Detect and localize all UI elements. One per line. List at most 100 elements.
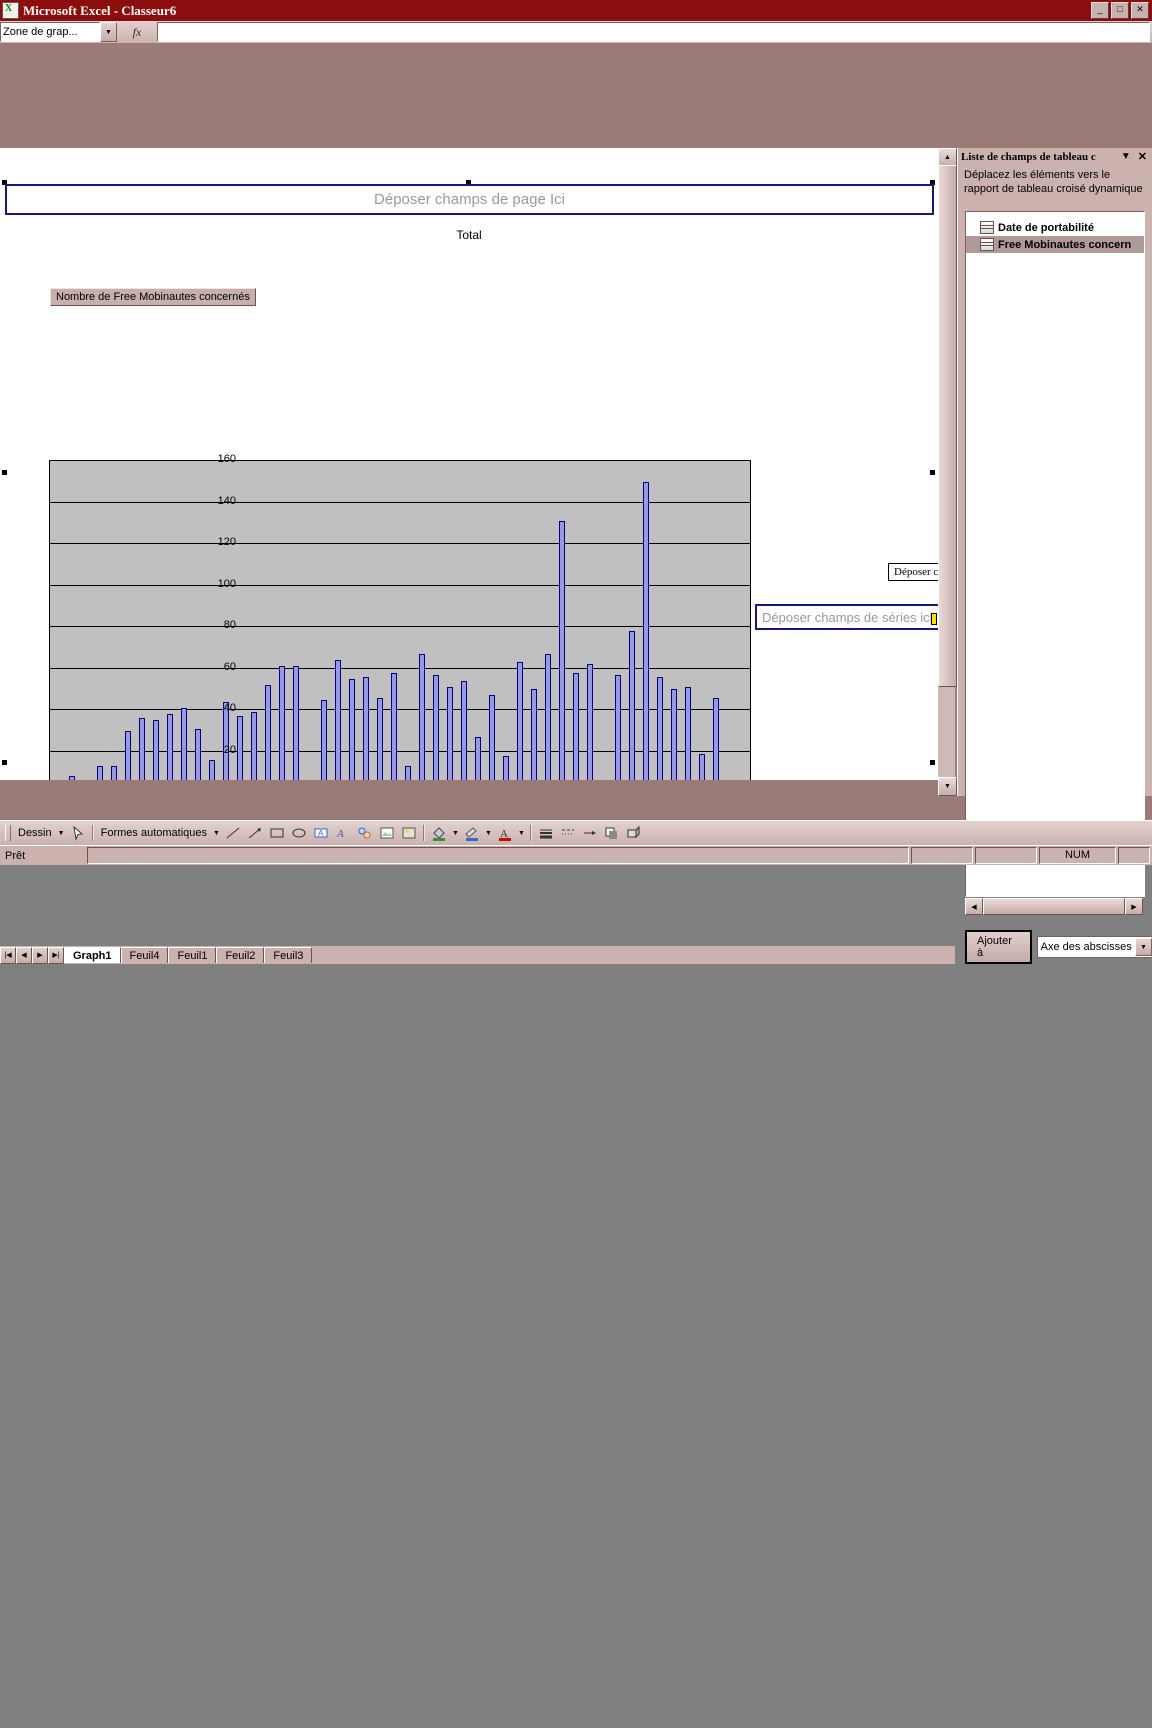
- chart-bar[interactable]: [152, 720, 159, 780]
- chart-bar[interactable]: [670, 689, 677, 780]
- chart-bar[interactable]: [530, 689, 537, 780]
- chart-bar[interactable]: [474, 736, 481, 780]
- prev-sheet-button[interactable]: ◀: [16, 946, 32, 964]
- diagram-icon[interactable]: [354, 823, 376, 843]
- chart-bar[interactable]: [124, 730, 131, 780]
- sheet-tab-feuil2[interactable]: Feuil2: [216, 947, 265, 963]
- chart-bar[interactable]: [586, 664, 593, 780]
- arrow-icon[interactable]: [244, 823, 266, 843]
- chart-bar[interactable]: [460, 680, 467, 780]
- draw-menu[interactable]: Dessin: [14, 827, 56, 839]
- close-icon[interactable]: ✕: [1135, 150, 1150, 163]
- chart-bar[interactable]: [684, 687, 691, 780]
- chart-bar[interactable]: [516, 662, 523, 780]
- rectangle-icon[interactable]: [266, 823, 288, 843]
- chevron-down-icon[interactable]: ▼: [1117, 151, 1135, 162]
- chart-bar[interactable]: [208, 759, 215, 780]
- shadow-style-icon[interactable]: [601, 823, 623, 843]
- chart-bar[interactable]: [362, 676, 369, 780]
- drawing-toolbar-grip[interactable]: [5, 825, 11, 841]
- chart-bar[interactable]: [642, 481, 649, 780]
- chevron-down-icon[interactable]: ▼: [1135, 938, 1152, 956]
- sheet-tab-feuil4[interactable]: Feuil4: [120, 947, 169, 963]
- sheet-tab-feuil1[interactable]: Feuil1: [168, 947, 217, 963]
- chart-bar[interactable]: [614, 674, 621, 780]
- chart-bar[interactable]: [446, 687, 453, 780]
- first-sheet-button[interactable]: |◀: [0, 946, 16, 964]
- line-style-icon[interactable]: [535, 823, 557, 843]
- wordart-icon[interactable]: A: [332, 823, 354, 843]
- draw-menu-dropdown-icon[interactable]: ▼: [56, 823, 67, 843]
- line-icon[interactable]: [222, 823, 244, 843]
- line-color-icon[interactable]: [461, 823, 483, 843]
- chart-bar[interactable]: [96, 766, 103, 780]
- chart-bar[interactable]: [250, 712, 257, 780]
- fill-color-dropdown-icon[interactable]: ▼: [450, 823, 461, 843]
- chart-bar[interactable]: [628, 631, 635, 780]
- field-list-horizontal-scrollbar[interactable]: ◀ ▶: [965, 898, 1143, 915]
- chart-bar[interactable]: [348, 678, 355, 780]
- chart-bar[interactable]: [698, 753, 705, 780]
- chart-bar[interactable]: [110, 766, 117, 780]
- formula-input[interactable]: [157, 22, 1150, 42]
- add-to-target-select[interactable]: Axe des abscisses ▼: [1036, 936, 1152, 958]
- chart-bar[interactable]: [278, 666, 285, 780]
- scroll-down-button[interactable]: ▼: [938, 777, 957, 796]
- scroll-left-button[interactable]: ◀: [965, 898, 983, 915]
- vertical-scroll-thumb[interactable]: [938, 165, 957, 687]
- chart-bar[interactable]: [572, 672, 579, 780]
- horizontal-scroll-thumb[interactable]: [983, 898, 1125, 915]
- chart-bar[interactable]: [502, 755, 509, 780]
- field-list-box[interactable]: Date de portabilité Free Mobinautes conc…: [965, 211, 1145, 897]
- series-field-button[interactable]: Nombre de Free Mobinautes concernés: [50, 288, 256, 306]
- chart-bar[interactable]: [236, 716, 243, 780]
- fill-color-icon[interactable]: [428, 823, 450, 843]
- font-color-dropdown-icon[interactable]: ▼: [516, 823, 527, 843]
- next-sheet-button[interactable]: ▶: [32, 946, 48, 964]
- chart-bar[interactable]: [68, 776, 75, 780]
- last-sheet-button[interactable]: ▶|: [48, 946, 64, 964]
- chart-bar[interactable]: [138, 718, 145, 780]
- arrow-style-icon[interactable]: [579, 823, 601, 843]
- name-box[interactable]: Zone de grap...: [0, 22, 100, 42]
- chart-bar[interactable]: [544, 653, 551, 780]
- plot-area[interactable]: [49, 460, 751, 780]
- chart-bar[interactable]: [292, 666, 299, 780]
- chart-bar[interactable]: [376, 697, 383, 780]
- 3d-style-icon[interactable]: [623, 823, 645, 843]
- document-vertical-scrollbar[interactable]: ▲ ▼: [938, 148, 957, 796]
- maximize-button[interactable]: □: [1111, 2, 1129, 19]
- chart-bar[interactable]: [432, 674, 439, 780]
- sheet-tab-feuil3[interactable]: Feuil3: [264, 947, 313, 963]
- chart-bar[interactable]: [488, 695, 495, 780]
- chart-bar[interactable]: [264, 685, 271, 780]
- add-to-button[interactable]: Ajouter à: [965, 930, 1032, 964]
- sheet-tab-graph1[interactable]: Graph1: [64, 947, 121, 963]
- field-item-free-mobinautes[interactable]: Free Mobinautes concern: [966, 236, 1144, 253]
- page-field-drop-zone[interactable]: Déposer champs de page Ici: [5, 184, 934, 215]
- vertical-scroll-track[interactable]: [938, 165, 957, 779]
- insert-function-icon[interactable]: fx: [117, 25, 157, 40]
- select-objects-icon[interactable]: [67, 823, 89, 843]
- name-box-dropdown-icon[interactable]: ▼: [100, 22, 117, 42]
- chart-bar[interactable]: [418, 653, 425, 780]
- text-box-icon[interactable]: A: [310, 823, 332, 843]
- scroll-right-button[interactable]: ▶: [1125, 898, 1143, 915]
- chart-bar[interactable]: [320, 699, 327, 780]
- chart-bar[interactable]: [390, 672, 397, 780]
- chart-bar[interactable]: [656, 676, 663, 780]
- chart-title[interactable]: Total: [0, 228, 938, 242]
- chart-bar[interactable]: [334, 660, 341, 780]
- close-button[interactable]: ✕: [1131, 2, 1149, 19]
- oval-icon[interactable]: [288, 823, 310, 843]
- line-color-dropdown-icon[interactable]: ▼: [483, 823, 494, 843]
- chart-bar[interactable]: [712, 697, 719, 780]
- autoshapes-menu[interactable]: Formes automatiques: [97, 827, 211, 839]
- chart-bar[interactable]: [166, 714, 173, 780]
- dash-style-icon[interactable]: [557, 823, 579, 843]
- font-color-icon[interactable]: A: [494, 823, 516, 843]
- clip-art-icon[interactable]: [376, 823, 398, 843]
- chart-area[interactable]: Déposer champs de page Ici Total Nombre …: [0, 148, 938, 780]
- autoshapes-dropdown-icon[interactable]: ▼: [211, 823, 222, 843]
- picture-icon[interactable]: [398, 823, 420, 843]
